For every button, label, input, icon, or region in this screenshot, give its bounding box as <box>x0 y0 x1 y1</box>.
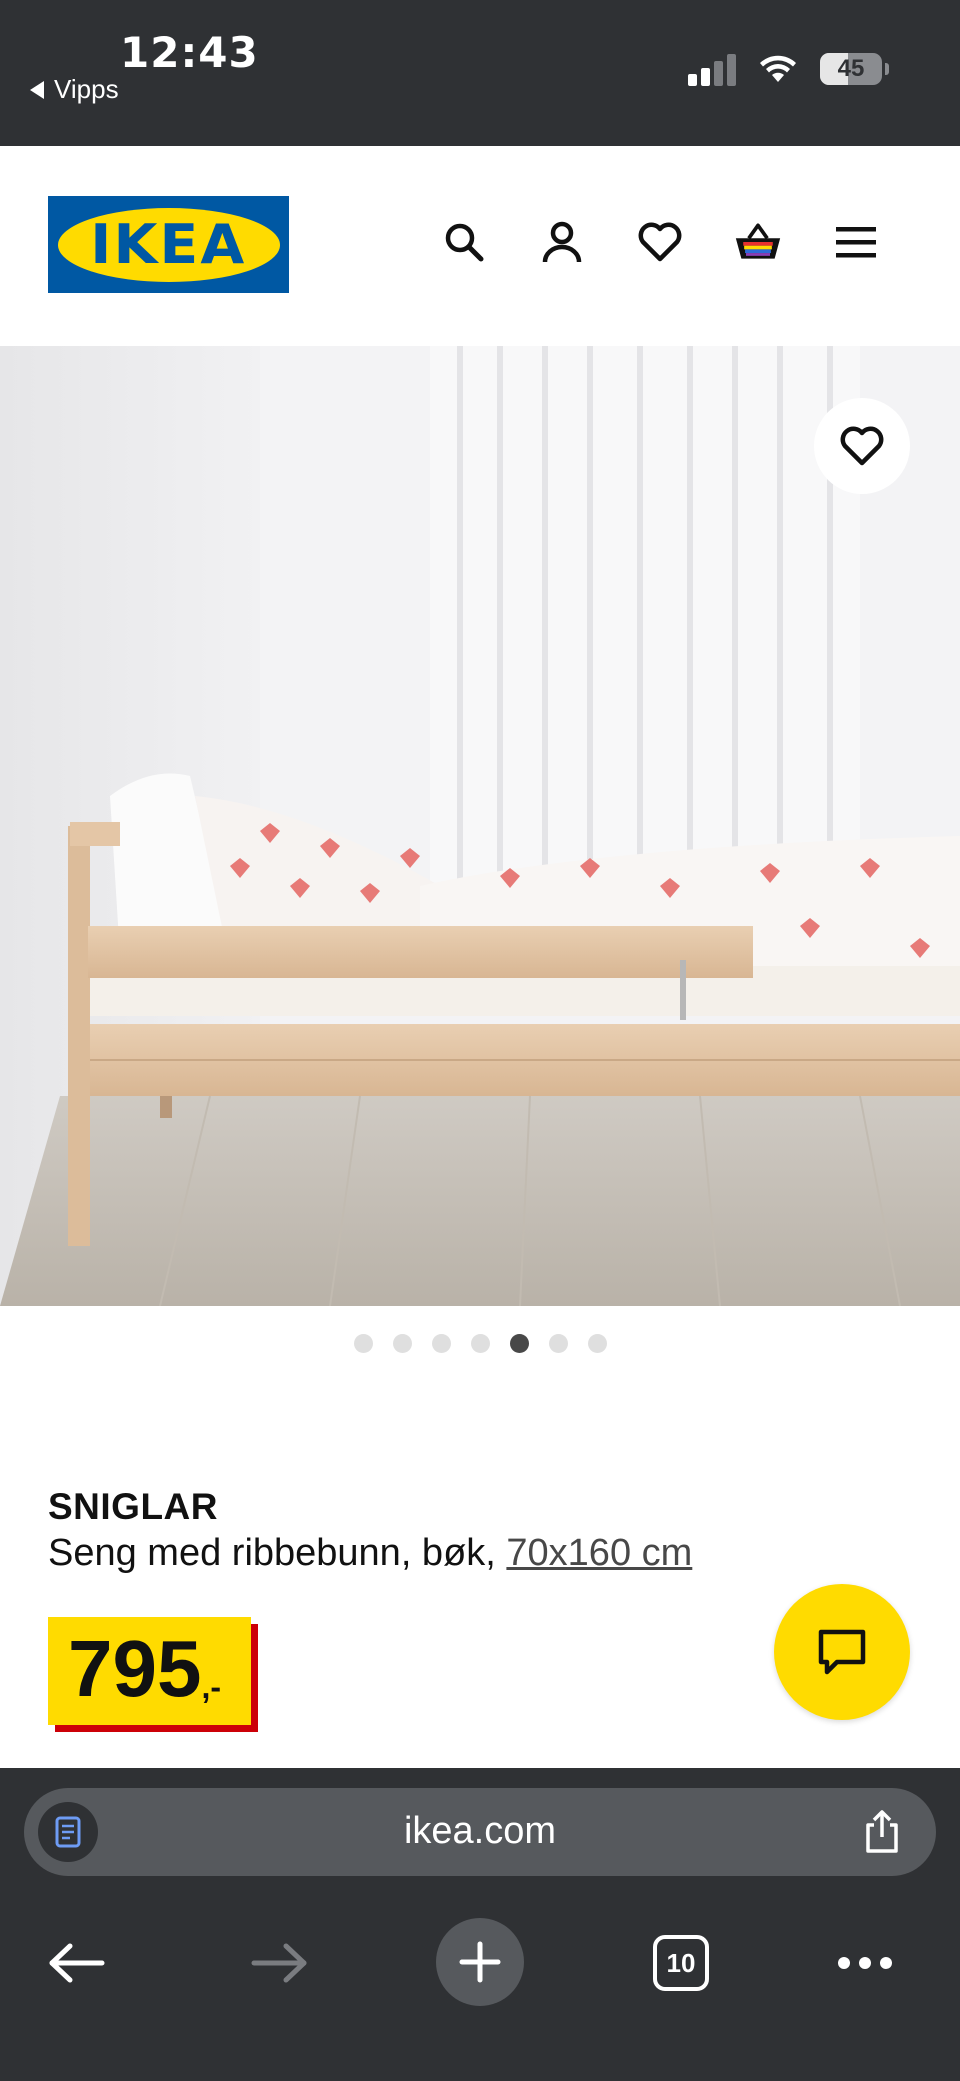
share-icon <box>866 1810 898 1853</box>
price-tag: 795 ,- <box>48 1617 251 1725</box>
back-button[interactable] <box>32 1918 122 2008</box>
heart-icon[interactable] <box>636 216 684 268</box>
ikea-logo[interactable]: IKEA <box>48 196 289 293</box>
forward-button[interactable] <box>234 1918 324 2008</box>
carousel-dot[interactable] <box>548 1334 568 1353</box>
status-icons: 45 <box>688 52 889 86</box>
tab-count: 10 <box>653 1935 709 1991</box>
back-to-app-link[interactable]: Vipps <box>30 74 119 105</box>
carousel-dot-active[interactable] <box>509 1334 529 1353</box>
carousel-dot[interactable] <box>470 1334 490 1353</box>
back-triangle-icon <box>30 80 44 99</box>
tabs-button[interactable]: 10 <box>636 1918 726 2008</box>
menu-icon[interactable] <box>832 216 880 268</box>
heart-icon <box>840 426 884 466</box>
favorite-button[interactable] <box>814 398 910 494</box>
search-icon[interactable] <box>440 216 488 268</box>
site-header: IKEA <box>0 146 960 346</box>
forward-arrow-icon <box>251 1943 307 1983</box>
account-icon[interactable] <box>538 216 586 268</box>
browser-toolbar: ikea.com 10 <box>0 1768 960 2081</box>
bed-photo-illustration <box>0 346 960 1306</box>
browser-nav: 10 <box>0 1918 960 2008</box>
product-description: Seng med ribbebunn, bøk, 70x160 cm <box>48 1532 692 1575</box>
price-suffix: ,- <box>201 1669 222 1705</box>
product-image[interactable] <box>0 346 960 1306</box>
battery-icon: 45 <box>820 53 889 85</box>
status-bar: 12:43 Vipps 45 <box>0 0 960 146</box>
header-icons <box>440 216 880 268</box>
more-dots-icon <box>838 1957 892 1969</box>
more-options-button[interactable] <box>820 1918 910 2008</box>
carousel-dot[interactable] <box>587 1334 607 1353</box>
wifi-icon <box>760 55 796 82</box>
logo-text: IKEA <box>90 213 247 276</box>
back-arrow-icon <box>49 1943 105 1983</box>
new-tab-button[interactable] <box>436 1918 524 2006</box>
carousel-dots <box>0 1334 960 1353</box>
chat-button[interactable] <box>774 1584 910 1720</box>
cart-icon[interactable] <box>734 216 782 268</box>
product-description-text: Seng med ribbebunn, bøk, <box>48 1532 507 1574</box>
chat-bubble-icon <box>818 1629 866 1675</box>
status-time: 12:43 <box>120 28 259 77</box>
carousel-dot[interactable] <box>392 1334 412 1353</box>
cellular-signal-icon <box>688 52 736 86</box>
back-app-label: Vipps <box>54 74 119 104</box>
share-button[interactable] <box>858 1806 906 1858</box>
product-size-link[interactable]: 70x160 cm <box>506 1532 692 1574</box>
plus-icon <box>459 1941 501 1983</box>
product-name: SNIGLAR <box>48 1486 218 1527</box>
carousel-dot[interactable] <box>431 1334 451 1353</box>
battery-level: 45 <box>837 55 865 82</box>
address-bar[interactable]: ikea.com <box>24 1788 936 1876</box>
url-text: ikea.com <box>403 1810 557 1852</box>
carousel-dot[interactable] <box>353 1334 373 1353</box>
price-amount: 795 <box>68 1624 202 1713</box>
